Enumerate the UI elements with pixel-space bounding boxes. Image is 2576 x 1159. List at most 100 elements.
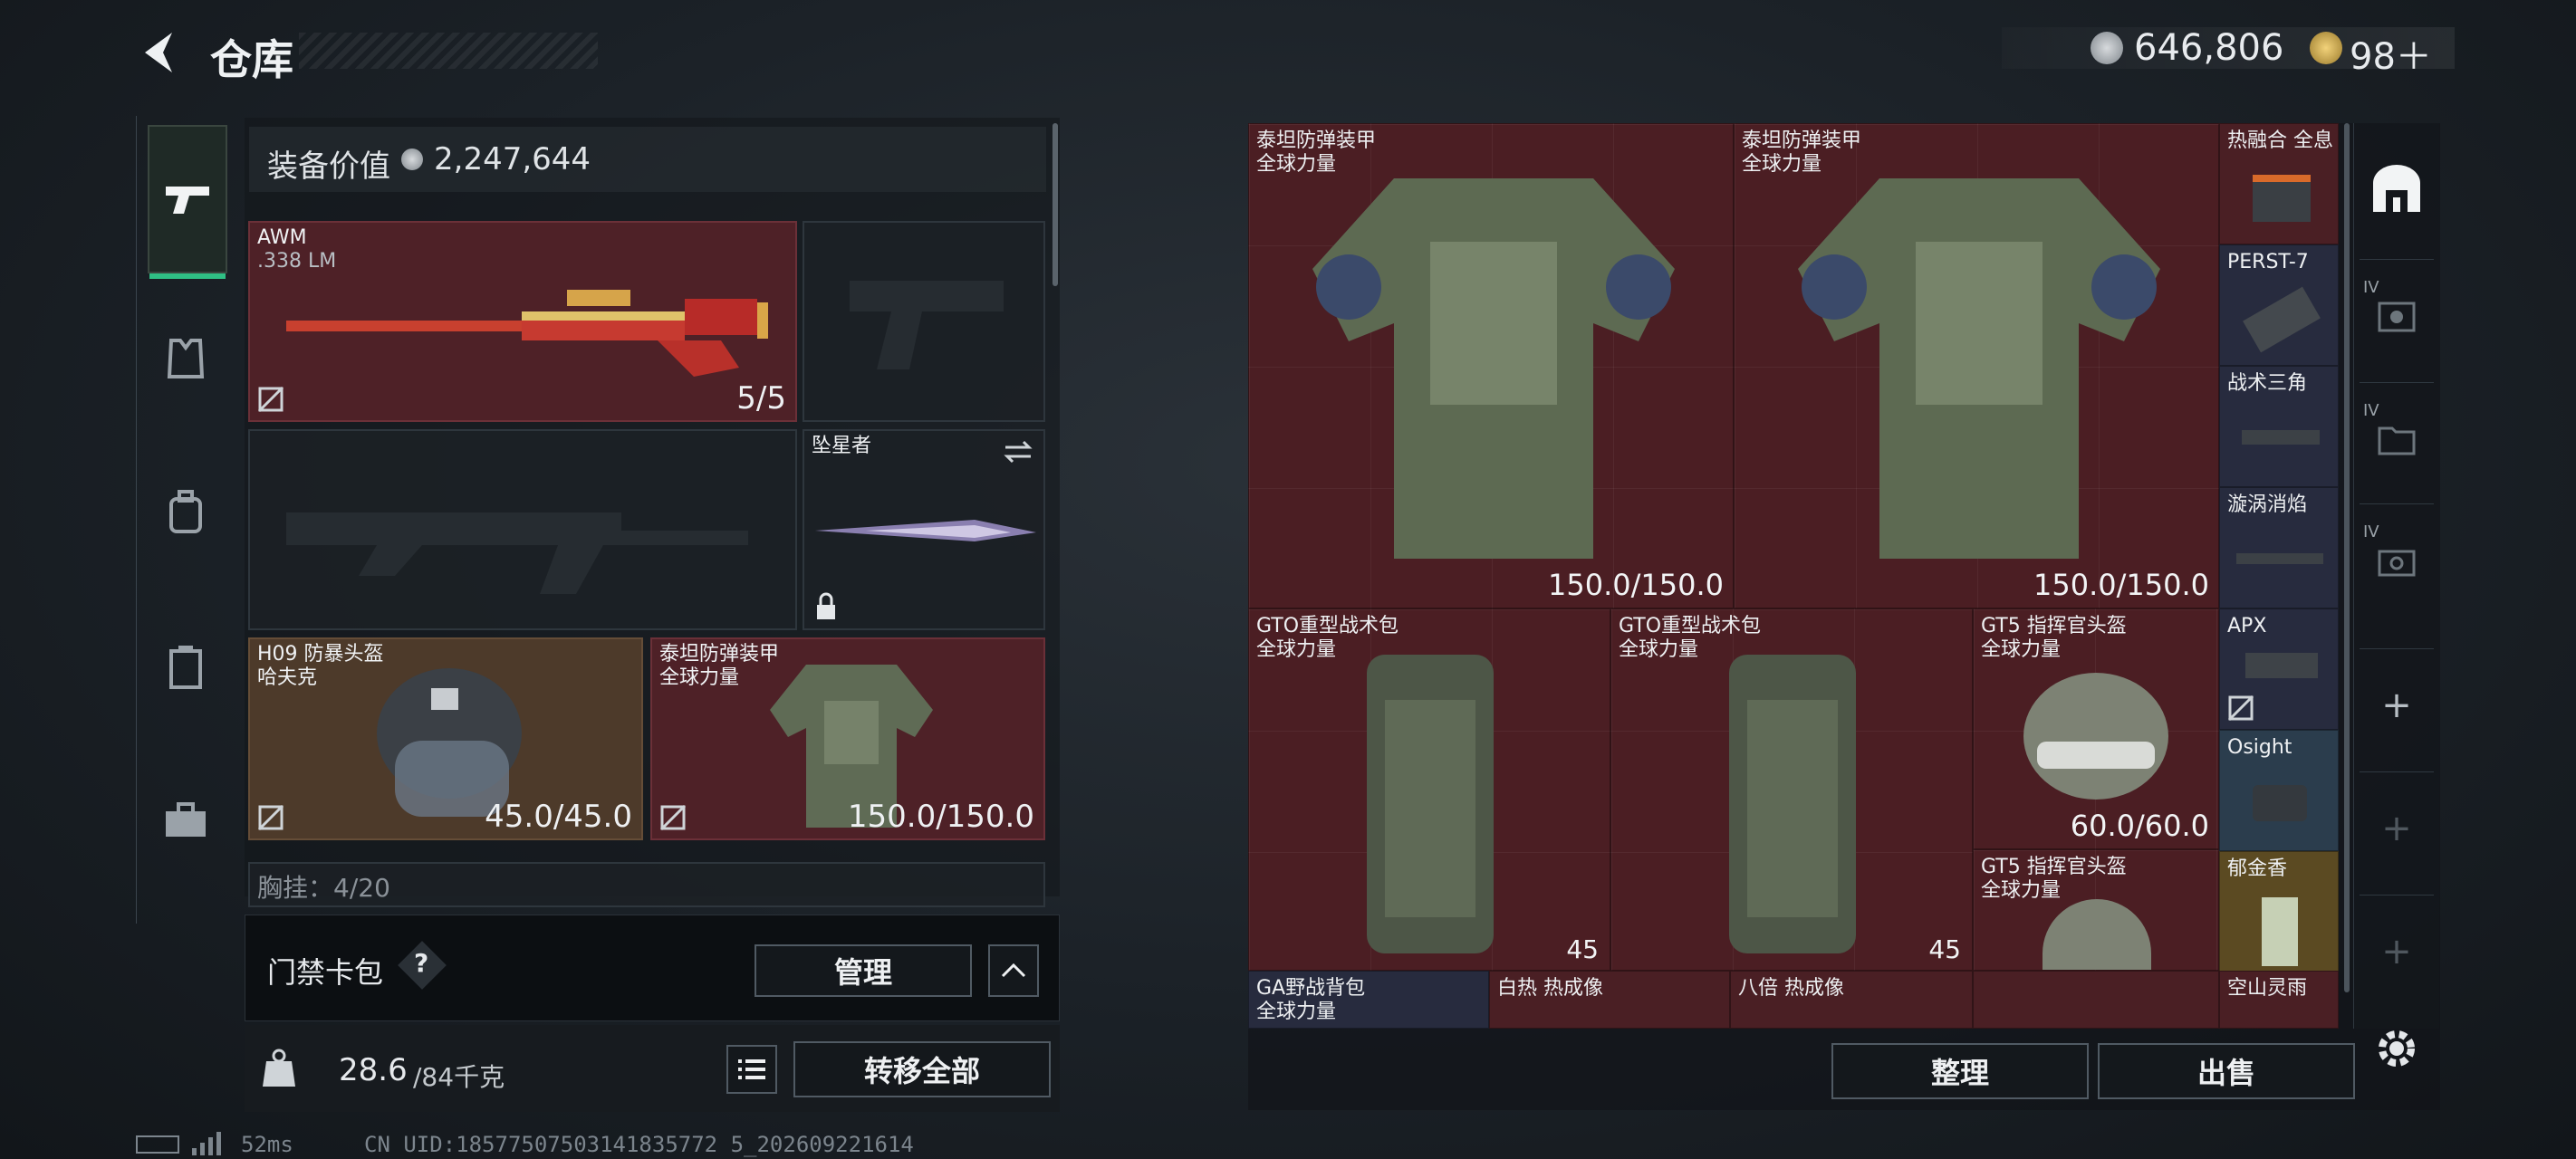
item-name: GT5 指挥官头盔 — [1981, 615, 2127, 637]
plus-icon: + — [2381, 931, 2412, 972]
card-pack-label: 门禁卡包 — [267, 955, 384, 990]
stash-item-empty[interactable] — [1973, 971, 2219, 1029]
rifle-image — [286, 290, 768, 377]
stash-tab-main[interactable] — [2360, 132, 2434, 244]
muzzle-image — [2236, 553, 2323, 564]
stash-item-grip[interactable]: 战术三角 — [2219, 366, 2339, 487]
primary-weapon-slot[interactable]: AWM .338 LM 5/5 — [248, 221, 797, 422]
tier-label: IV — [2363, 278, 2379, 297]
helmet-slot[interactable]: H09 防暴头盔 哈夫克 45.0/45.0 — [248, 637, 643, 840]
gear-icon[interactable] — [2371, 1023, 2422, 1074]
stash-item-drink[interactable]: 郁金香 — [2219, 851, 2339, 972]
item-brand: 全球力量 — [1981, 879, 2062, 902]
stash-category-column: IV IV IV + + + — [2353, 123, 2439, 1029]
sell-button[interactable]: 出售 — [2098, 1043, 2355, 1099]
armor-image — [1312, 178, 1675, 559]
swap-icon[interactable] — [1002, 438, 1034, 465]
tab-toolbox[interactable] — [148, 782, 224, 858]
lock-icon — [817, 592, 835, 619]
no-insure-icon — [2227, 694, 2254, 722]
chevron-up-icon — [1001, 963, 1026, 978]
vault-icon — [2373, 165, 2420, 212]
item-name: GT5 指挥官头盔 — [1981, 856, 2127, 878]
stash-item-misc[interactable]: 空山灵雨 — [2219, 971, 2339, 1029]
stash-item-sight[interactable]: PERST-7 — [2219, 244, 2339, 366]
no-insure-icon — [257, 804, 284, 831]
stash-item-backpack[interactable]: GTO重型战术包 全球力量 45 — [1248, 608, 1610, 971]
stash-item-armor[interactable]: 泰坦防弹装甲 全球力量 150.0/150.0 — [1734, 123, 2219, 608]
stash-item-armor[interactable]: 泰坦防弹装甲 全球力量 150.0/150.0 — [1248, 123, 1734, 608]
rifle-silhouette-icon — [286, 512, 748, 594]
stash-item-muzzle[interactable]: 漩涡消焰 — [2219, 487, 2339, 608]
token-balance[interactable]: 98＋ — [2350, 27, 2432, 80]
stash-grid: 泰坦防弹装甲 全球力量 150.0/150.0 泰坦防弹装甲 全球力量 150.… — [1248, 123, 2339, 1029]
weight-icon — [263, 1049, 295, 1087]
equipment-value-label: 装备价值 — [267, 148, 390, 185]
stash-item-scope[interactable]: 白热 热成像 — [1489, 971, 1730, 1029]
vest-icon — [167, 339, 205, 378]
list-view-button[interactable] — [726, 1045, 777, 1094]
stash-item-sight[interactable]: APX — [2219, 608, 2339, 730]
currency-bar: 646,806 98＋ — [2002, 27, 2455, 78]
stash-item-helmet[interactable]: GT5 指挥官头盔 全球力量 60.0/60.0 — [1973, 608, 2219, 849]
item-name: 八倍 热成像 — [1738, 977, 1844, 1000]
loadout-tab-column — [136, 116, 235, 924]
sort-button[interactable]: 整理 — [1831, 1043, 2089, 1099]
armor-slot[interactable]: 泰坦防弹装甲 全球力量 150.0/150.0 — [650, 637, 1045, 840]
stash-item-scope[interactable]: 八倍 热成像 — [1730, 971, 1973, 1029]
item-durability: 60.0/60.0 — [2070, 809, 2209, 843]
grip-image — [2242, 430, 2320, 445]
chest-rig-header[interactable]: 胸挂：4/20 — [248, 862, 1045, 907]
stash-scrollbar[interactable] — [2344, 123, 2350, 992]
manage-button[interactable]: 管理 — [755, 944, 972, 997]
no-insure-icon — [257, 386, 284, 413]
item-name: Osight — [2227, 736, 2292, 759]
weight-bar: 28.6 /84千克 转移全部 — [245, 1025, 1060, 1112]
stash-item-sight[interactable]: Osight — [2219, 730, 2339, 851]
stash-tab-add[interactable]: + — [2360, 771, 2434, 885]
helmet-brand: 哈夫克 — [257, 666, 318, 689]
armor-image — [1798, 178, 2160, 559]
loadout-scrollbar[interactable] — [1053, 123, 1058, 286]
weapon-name: AWM — [257, 226, 307, 249]
item-name: GA野战背包 — [1256, 977, 1366, 1000]
backpack-image — [1367, 655, 1494, 953]
tab-backpack[interactable] — [148, 474, 224, 551]
stash-tab-iv-1[interactable]: IV — [2360, 259, 2434, 372]
case-icon — [169, 646, 202, 689]
item-name: GTO重型战术包 — [1256, 615, 1399, 637]
stash-item-helmet[interactable]: GT5 指挥官头盔 全球力量 — [1973, 849, 2219, 971]
stash-item-backpack[interactable]: GA野战背包 全球力量 — [1248, 971, 1489, 1029]
red-dot-image — [2253, 785, 2307, 821]
collapse-button[interactable] — [988, 944, 1039, 997]
tab-container[interactable] — [148, 628, 224, 704]
sight-image — [2243, 286, 2321, 353]
knife-image — [815, 520, 1036, 541]
tab-weapons[interactable] — [148, 125, 227, 279]
secondary-weapon-slot-empty[interactable] — [248, 429, 797, 630]
melee-slot[interactable]: 坠星者 — [803, 429, 1045, 630]
list-icon — [738, 1059, 765, 1079]
help-icon: ? — [414, 948, 429, 978]
stash-item-backpack[interactable]: GTO重型战术包 全球力量 45 — [1610, 608, 1973, 971]
case-tab-icon — [2378, 302, 2416, 332]
stash-tab-iv-2[interactable]: IV — [2360, 382, 2434, 495]
stash-item-sight[interactable]: 热融合 全息 — [2219, 123, 2339, 244]
weapon-caliber: .338 LM — [257, 250, 337, 273]
coin-balance: 646,806 — [2134, 27, 2284, 69]
pistol-icon — [166, 187, 209, 214]
back-arrow-icon — [145, 33, 172, 72]
weapon-ammo: 5/5 — [736, 380, 786, 417]
transfer-all-button[interactable]: 转移全部 — [793, 1041, 1051, 1097]
stash-tab-add[interactable]: + — [2360, 895, 2434, 1008]
plus-icon: + — [2381, 808, 2412, 849]
armor-durability: 150.0/150.0 — [847, 799, 1034, 835]
stash-tab-add[interactable]: + — [2360, 648, 2434, 761]
item-name: 空山灵雨 — [2227, 977, 2308, 1000]
back-button[interactable] — [136, 27, 181, 78]
stash-tab-iv-3[interactable]: IV — [2360, 503, 2434, 617]
tab-vest[interactable] — [148, 321, 224, 397]
backpack-image — [1729, 655, 1856, 953]
pistol-slot-empty[interactable] — [803, 221, 1045, 422]
tier-label: IV — [2363, 401, 2379, 420]
